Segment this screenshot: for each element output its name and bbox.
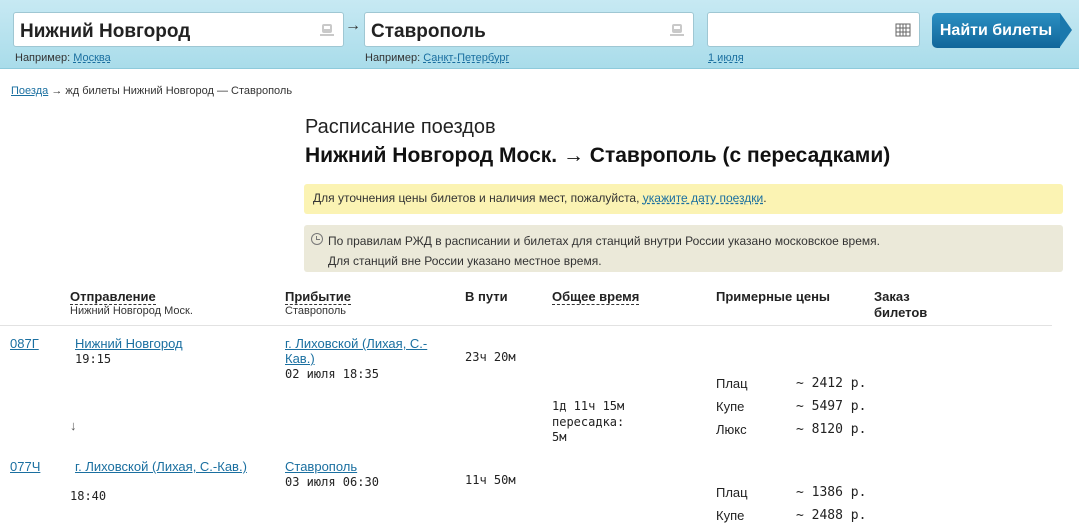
to-hint-link[interactable]: Санкт-Петербург <box>423 52 509 64</box>
arrival-datetime: 02 июля 18:35 <box>285 367 379 381</box>
header-arrival-sub: Ставрополь <box>285 305 347 317</box>
route-title: Нижний Новгород Моск. → Ставрополь (с пе… <box>305 144 891 167</box>
price-value: ~ 1386 р. <box>796 485 867 500</box>
arrival-datetime: 03 июля 06:30 <box>285 475 379 489</box>
segment2-travel-time: 11ч 50м <box>465 473 516 487</box>
header-departure[interactable]: Отправление Нижний Новгород Моск. <box>70 289 193 317</box>
train-number-link[interactable]: 077Ч <box>10 459 40 474</box>
price-class-label: Плац <box>716 376 748 391</box>
segment2-arrival: Ставрополь 03 июля 06:30 <box>285 459 379 490</box>
direction-arrow: → <box>345 17 361 34</box>
header-departure-label: Отправление <box>70 289 156 305</box>
date-field[interactable] <box>707 12 920 47</box>
price-value: ~ 8120 р. <box>796 422 867 437</box>
search-bar: Нижний Новгород → Ставрополь Найти билет… <box>0 0 1079 69</box>
price-value: ~ 2488 р. <box>796 508 867 523</box>
transfer-label: пересадка: <box>552 414 625 429</box>
time-notice: По правилам РЖД в расписании и билетах д… <box>304 225 1063 272</box>
header-order: Заказ билетов <box>874 289 928 320</box>
segment1-departure: Нижний Новгород 19:15 <box>75 336 183 367</box>
breadcrumb-current: жд билеты Нижний Новгород — Ставрополь <box>65 85 293 97</box>
segment1-travel-time: 23ч 20м <box>465 350 516 364</box>
from-hint-link[interactable]: Москва <box>73 52 111 64</box>
header-total-time[interactable]: Общее время <box>552 289 640 305</box>
train-number-link[interactable]: 087Г <box>10 336 39 351</box>
calendar-icon[interactable] <box>895 23 911 37</box>
total-time: 1д 11ч 15м <box>552 399 625 413</box>
table-divider <box>0 325 1052 326</box>
train-icon <box>320 24 334 36</box>
train-icon <box>670 24 684 36</box>
header-departure-sub: Нижний Новгород Моск. <box>70 305 193 317</box>
price-class-label: Купе <box>716 508 745 523</box>
header-total-time-label: Общее время <box>552 289 640 305</box>
from-field[interactable]: Нижний Новгород <box>13 12 344 47</box>
to-value: Ставрополь <box>371 21 486 42</box>
date-notice: Для уточнения цены билетов и наличия мес… <box>304 184 1063 214</box>
date-hint-link[interactable]: 1 июля <box>708 52 744 64</box>
transfer-arrow-icon: ↓ <box>70 418 77 433</box>
transfer-time: 5м <box>552 430 567 444</box>
to-hint-prefix: Например: <box>365 52 421 64</box>
time-notice-line2: Для станций вне России указано местное в… <box>328 254 602 268</box>
header-arrival[interactable]: Прибытие Ставрополь <box>285 289 351 317</box>
breadcrumb: Поезда → жд билеты Нижний Новгород — Ста… <box>11 85 292 97</box>
segment1-arrival: г. Лиховской (Лихая, С.-Кав.) 02 июля 18… <box>285 336 445 382</box>
total-time-block: 1д 11ч 15м пересадка: 5м <box>552 399 624 446</box>
breadcrumb-sep: → <box>51 85 63 97</box>
header-prices: Примерные цены <box>716 289 831 304</box>
clock-icon <box>311 233 323 245</box>
price-value: ~ 2412 р. <box>796 376 867 391</box>
breadcrumb-trains-link[interactable]: Поезда <box>11 85 48 97</box>
date-hint: 1 июля <box>708 52 744 64</box>
arrival-station-link[interactable]: г. Лиховской (Лихая, С.-Кав.) <box>285 336 427 366</box>
from-value: Нижний Новгород <box>20 21 191 42</box>
to-field[interactable]: Ставрополь <box>364 12 694 47</box>
time-notice-line1: По правилам РЖД в расписании и билетах д… <box>328 234 880 248</box>
price-value: ~ 5497 р. <box>796 399 867 414</box>
train-number-label: 077Ч <box>10 459 41 474</box>
price-class-label: Плац <box>716 485 748 500</box>
departure-time: 18:40 <box>70 489 107 503</box>
departure-station-link[interactable]: Нижний Новгород <box>75 336 183 351</box>
train-number-label: 087Г <box>10 336 39 351</box>
arrival-station-link[interactable]: Ставрополь <box>285 459 357 474</box>
page-title: Расписание поездов <box>305 116 496 138</box>
departure-station-link[interactable]: г. Лиховской (Лихая, С.-Кав.) <box>75 459 247 474</box>
price-class-label: Люкс <box>716 422 747 437</box>
segment2-departure: г. Лиховской (Лихая, С.-Кав.) <box>75 459 255 474</box>
header-travel-time: В пути <box>465 289 508 304</box>
specify-date-link[interactable]: укажите дату поездки <box>643 191 763 205</box>
date-notice-text: Для уточнения цены билетов и наличия мес… <box>313 191 643 205</box>
date-notice-end: . <box>763 191 767 205</box>
find-tickets-button[interactable]: Найти билеты <box>932 13 1072 48</box>
to-hint: Например: Санкт-Петербург <box>365 52 509 64</box>
from-hint-prefix: Например: <box>15 52 71 64</box>
from-hint: Например: Москва <box>15 52 111 64</box>
price-class-label: Купе <box>716 399 745 414</box>
header-arrival-label: Прибытие <box>285 289 351 305</box>
departure-time: 19:15 <box>75 352 112 366</box>
